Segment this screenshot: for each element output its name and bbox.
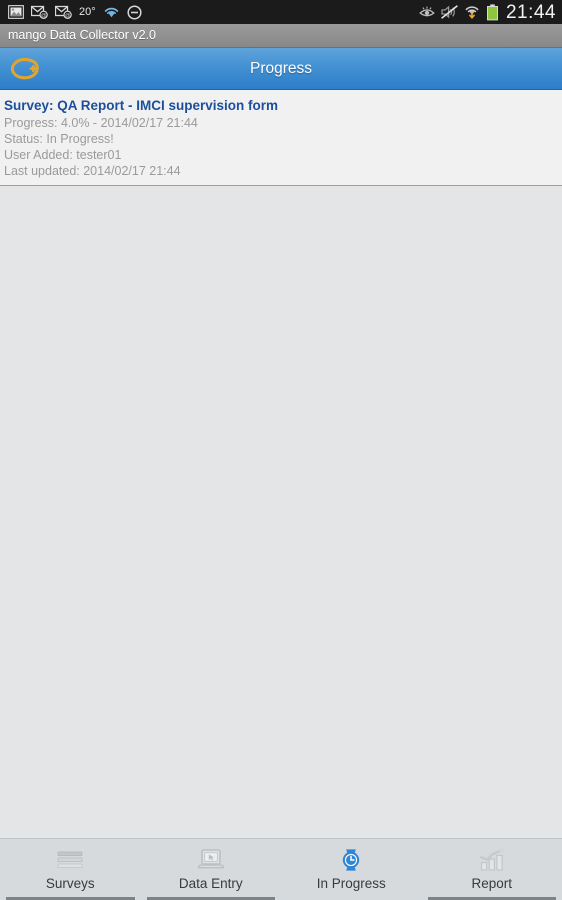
list-lines-icon <box>55 845 85 875</box>
wifi-icon <box>103 6 120 19</box>
sound-muted-icon <box>441 5 458 19</box>
tab-surveys[interactable]: Surveys <box>0 839 141 900</box>
email-unread-icon: @ <box>31 5 48 19</box>
tab-label-surveys: Surveys <box>45 876 95 891</box>
survey-user-added: User Added: tester01 <box>4 148 122 162</box>
action-bar: Progress <box>0 48 562 90</box>
survey-status: Status: In Progress! <box>4 132 114 146</box>
watch-clock-icon <box>336 845 366 875</box>
survey-last-updated: Last updated: 2014/02/17 21:44 <box>4 164 181 178</box>
svg-text:@: @ <box>41 13 46 19</box>
tab-label-in-progress: In Progress <box>316 876 386 891</box>
bottom-tab-bar: Surveys Data Entry In Progress Report <box>0 838 562 900</box>
status-bar-clock: 21:44 <box>505 1 556 23</box>
email-unread-icon-2: @ <box>55 5 72 19</box>
tab-label-report: Report <box>471 876 513 891</box>
page-title: Progress <box>249 59 313 77</box>
progress-list: Survey: QA Report - IMCI supervision for… <box>0 90 562 838</box>
tab-in-progress[interactable]: In Progress <box>281 839 422 900</box>
list-item[interactable]: Survey: QA Report - IMCI supervision for… <box>0 90 562 186</box>
smart-stay-eye-icon <box>419 6 435 18</box>
status-bar-left-icons: @ @ 20° <box>8 4 149 20</box>
wifi-download-icon <box>464 5 480 19</box>
android-status-bar: @ @ 20° 21:44 <box>0 0 562 24</box>
app-screen: @ @ 20° 21:44 mango Data Collector v2.0 … <box>0 0 562 900</box>
app-title-bar: mango Data Collector v2.0 <box>0 24 562 48</box>
tab-report[interactable]: Report <box>422 839 562 900</box>
survey-progress: Progress: 4.0% - 2014/02/17 21:44 <box>4 116 198 130</box>
tab-data-entry[interactable]: Data Entry <box>141 839 282 900</box>
tab-label-data-entry: Data Entry <box>178 876 243 891</box>
survey-title: Survey: QA Report - IMCI supervision for… <box>4 98 279 113</box>
temperature-indicator: 20° <box>79 5 96 18</box>
do-not-disturb-icon <box>127 4 142 20</box>
svg-text:@: @ <box>65 13 70 19</box>
status-bar-right-icons: 21:44 <box>413 3 556 22</box>
app-title: mango Data Collector v2.0 <box>8 28 156 43</box>
battery-full-icon <box>486 3 499 21</box>
mango-add-logo-icon[interactable] <box>9 56 41 82</box>
laptop-cursor-icon <box>195 845 227 875</box>
screenshot-image-icon <box>8 5 24 19</box>
bar-chart-icon <box>476 845 508 875</box>
